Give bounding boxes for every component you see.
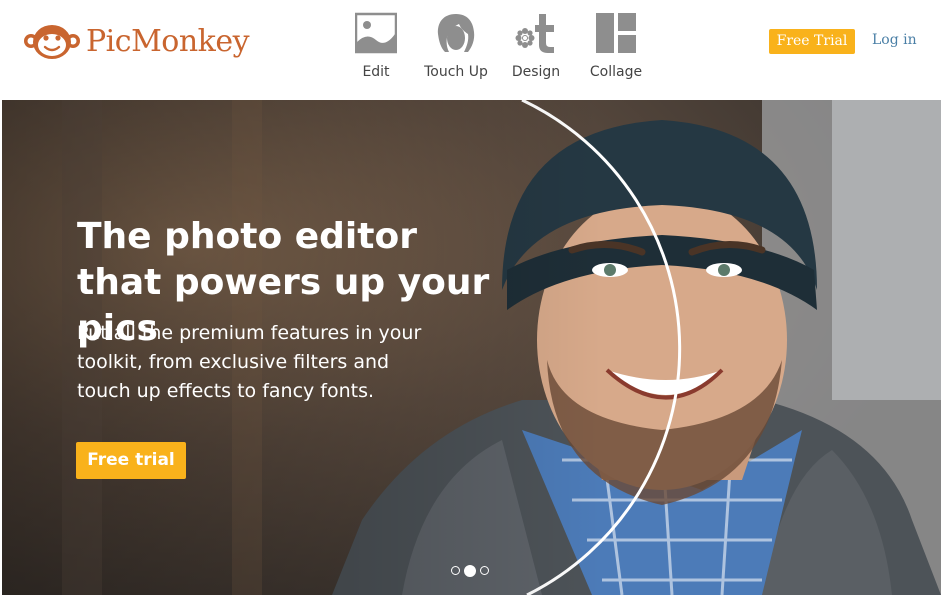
login-link[interactable]: Log in xyxy=(872,32,917,48)
hero-banner: The photo editor that powers up your pic… xyxy=(2,100,941,595)
nav-label-touch-up: Touch Up xyxy=(424,64,488,80)
nav-item-touch-up[interactable]: Touch Up xyxy=(416,12,496,80)
face-icon xyxy=(437,14,475,52)
picmonkey-logo[interactable]: PicMonkey xyxy=(22,16,250,66)
top-header: PicMonkey Edit Touch Up Design Collage F… xyxy=(0,0,943,100)
hero-free-trial-button[interactable]: Free trial xyxy=(76,442,186,479)
image-icon xyxy=(355,12,397,54)
brand-name: PicMonkey xyxy=(86,23,250,59)
design-icon xyxy=(515,14,554,53)
carousel-dot-2[interactable] xyxy=(464,564,476,577)
nav-label-design: Design xyxy=(511,64,561,80)
main-nav: Edit Touch Up Design Collage xyxy=(336,12,656,80)
hero-subtitle: Put all the premium features in your too… xyxy=(77,322,422,402)
free-trial-button[interactable]: Free Trial xyxy=(769,29,855,54)
nav-label-edit: Edit xyxy=(362,64,390,80)
nav-item-edit[interactable]: Edit xyxy=(336,12,416,80)
monkey-logo-icon xyxy=(24,25,80,59)
nav-item-collage[interactable]: Collage xyxy=(576,12,656,80)
nav-item-design[interactable]: Design xyxy=(496,12,576,80)
carousel-dot-3[interactable] xyxy=(480,566,489,575)
collage-icon xyxy=(596,13,636,53)
nav-label-collage: Collage xyxy=(589,64,643,80)
carousel-dots xyxy=(451,564,489,577)
carousel-dot-1[interactable] xyxy=(451,566,460,575)
